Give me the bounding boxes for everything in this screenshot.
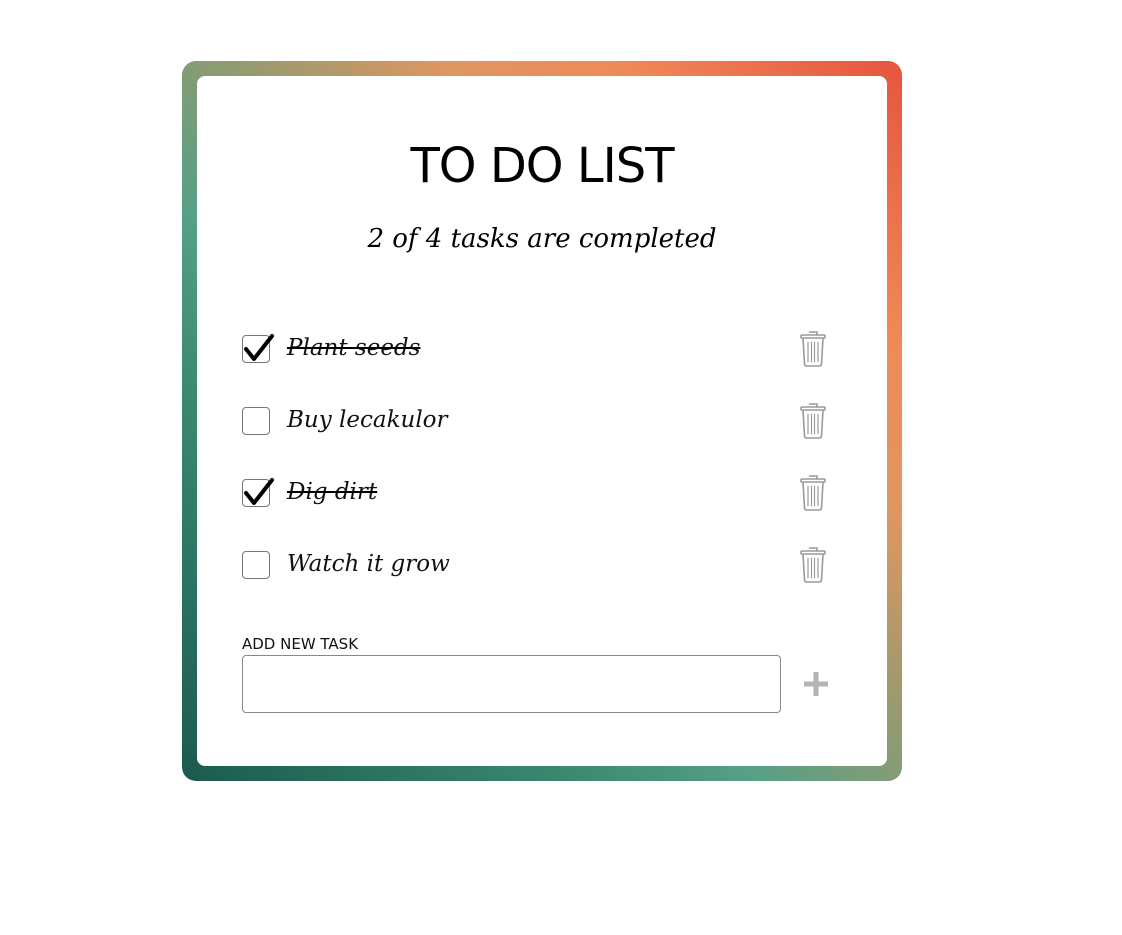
task-item: Watch it grow	[242, 544, 842, 616]
todo-card: TO DO LIST 2 of 4 tasks are completed Pl…	[197, 76, 887, 766]
completion-summary: 2 of 4 tasks are completed	[367, 224, 717, 254]
new-task-input[interactable]	[242, 655, 781, 713]
task-checkbox[interactable]	[242, 407, 270, 435]
task-label: Watch it grow	[287, 551, 450, 577]
todo-card-frame: TO DO LIST 2 of 4 tasks are completed Pl…	[182, 61, 902, 781]
task-list: Plant seeds Buy lecakulor Dig dirt Watch…	[242, 328, 842, 616]
task-item: Buy lecakulor	[242, 400, 842, 472]
trash-icon[interactable]	[798, 400, 828, 440]
page-title: TO DO LIST	[410, 138, 674, 194]
plus-icon	[804, 672, 828, 696]
add-task-button[interactable]	[801, 669, 831, 699]
checkmark-icon	[244, 478, 274, 505]
trash-icon[interactable]	[798, 472, 828, 512]
add-task-label: ADD NEW TASK	[242, 635, 359, 653]
task-checkbox[interactable]	[242, 478, 274, 507]
task-item: Dig dirt	[242, 472, 842, 544]
task-label: Buy lecakulor	[287, 407, 448, 433]
task-label: Dig dirt	[287, 479, 378, 505]
task-label: Plant seeds	[287, 335, 421, 361]
task-item: Plant seeds	[242, 328, 842, 400]
trash-icon[interactable]	[798, 544, 828, 584]
trash-icon[interactable]	[798, 328, 828, 368]
task-checkbox[interactable]	[242, 551, 270, 579]
task-checkbox[interactable]	[242, 334, 274, 363]
checkmark-icon	[244, 334, 274, 361]
